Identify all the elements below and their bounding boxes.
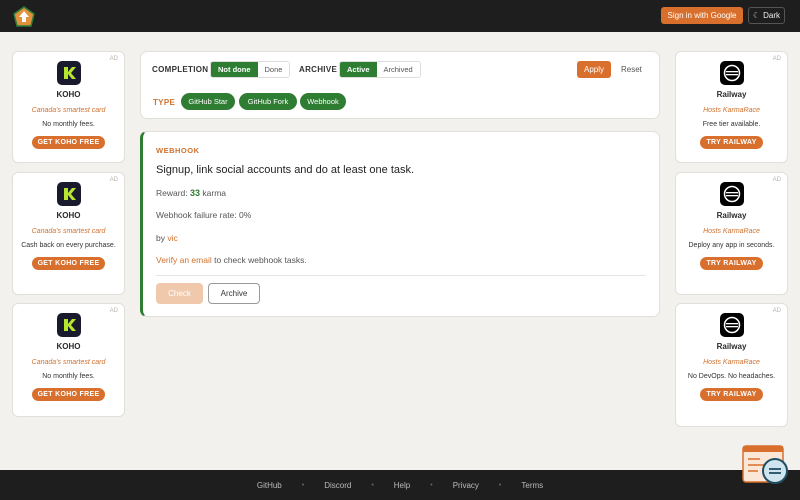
ad-description: Cash back on every purchase. (21, 242, 116, 249)
app-logo-icon[interactable] (13, 6, 35, 28)
type-chip-github-star[interactable]: GitHub Star (181, 93, 235, 110)
task-kind: WEBHOOK (156, 146, 200, 155)
ad-card-koho-1[interactable]: AD KOHO Canada's smartest card No monthl… (12, 51, 125, 163)
footer-link-help[interactable]: Help (394, 481, 410, 490)
footer-link-terms[interactable]: Terms (521, 481, 543, 490)
ad-tag: AD (772, 177, 781, 183)
ad-tagline: Canada's smartest card (31, 107, 106, 114)
ad-tag: AD (109, 308, 118, 314)
ad-cta-button[interactable]: GET KOHO FREE (31, 136, 106, 149)
task-title: Signup, link social accounts and do at l… (156, 164, 415, 176)
koho-logo-icon (56, 313, 81, 337)
archive-label: ARCHIVE (299, 65, 338, 74)
ad-name: KOHO (56, 342, 81, 351)
apply-button[interactable]: Apply (577, 61, 611, 78)
sign-in-google-button[interactable]: Sign in with Google (661, 7, 743, 24)
task-failure-rate: Webhook failure rate: 0% (156, 210, 252, 220)
check-button[interactable]: Check (156, 283, 203, 304)
task-verify-notice: Verify an email to check webhook tasks. (156, 255, 307, 265)
ad-description: Free tier available. (702, 121, 761, 128)
archive-archived-option[interactable]: Archived (376, 62, 420, 77)
ad-name: Railway (716, 211, 747, 220)
ad-name: KOHO (56, 211, 81, 220)
author-prefix: by (156, 233, 165, 243)
ad-tag: AD (109, 56, 118, 62)
top-bar: Sign in with Google ☾ Dark (0, 0, 800, 32)
ad-tagline: Hosts KarmaRace (703, 359, 760, 366)
completion-segmented: Not done Done (210, 61, 291, 78)
ad-tagline: Canada's smartest card (31, 228, 106, 235)
task-reward: Reward: 33 karma (156, 188, 226, 198)
ad-description: No DevOps. No headaches. (687, 373, 776, 380)
footer-link-privacy[interactable]: Privacy (453, 481, 479, 490)
ad-tagline: Hosts KarmaRace (703, 107, 760, 114)
ad-cta-button[interactable]: GET KOHO FREE (31, 388, 106, 401)
completion-done-option[interactable]: Done (257, 62, 290, 77)
footer: GitHub • Discord • Help • Privacy • Term… (0, 470, 800, 500)
type-chip-webhook[interactable]: Webhook (300, 93, 346, 110)
footer-link-discord[interactable]: Discord (324, 481, 351, 490)
ad-cta-button[interactable]: TRY RAILWAY (700, 257, 763, 270)
ad-tag: AD (772, 308, 781, 314)
dark-mode-toggle[interactable]: ☾ Dark (748, 7, 785, 24)
railway-logo-icon (719, 182, 744, 206)
ad-cta-button[interactable]: GET KOHO FREE (31, 257, 106, 270)
archive-button[interactable]: Archive (208, 283, 260, 304)
ad-name: KOHO (56, 90, 81, 99)
ad-card-railway-1[interactable]: AD Railway Hosts KarmaRace Free tier ava… (675, 51, 788, 163)
footer-separator: • (301, 481, 305, 489)
ad-card-railway-3[interactable]: AD Railway Hosts KarmaRace No DevOps. No… (675, 303, 788, 427)
feedback-widget-icon[interactable] (742, 444, 790, 486)
koho-logo-icon (56, 61, 81, 85)
task-card: WEBHOOK Signup, link social accounts and… (140, 131, 660, 317)
footer-separator: • (430, 481, 433, 489)
archive-active-option[interactable]: Active (340, 62, 377, 77)
footer-link-github[interactable]: GitHub (257, 481, 282, 490)
dark-mode-label: Dark (763, 11, 781, 20)
reward-value: 33 (190, 188, 201, 198)
ad-card-koho-3[interactable]: AD KOHO Canada's smartest card No monthl… (12, 303, 125, 417)
ad-card-koho-2[interactable]: AD KOHO Canada's smartest card Cash back… (12, 172, 125, 295)
ad-tagline: Canada's smartest card (31, 359, 106, 366)
ad-name: Railway (716, 342, 747, 351)
ad-tagline: Hosts KarmaRace (703, 228, 760, 235)
task-author: by vic (156, 233, 178, 243)
ad-description: Deploy any app in seconds. (688, 242, 775, 249)
ad-cta-button[interactable]: TRY RAILWAY (700, 136, 763, 149)
railway-logo-icon (719, 61, 744, 85)
ad-description: No monthly fees. (42, 121, 95, 128)
ad-description: No monthly fees. (42, 373, 95, 380)
verify-suffix: to check webhook tasks. (214, 255, 307, 265)
moon-icon: ☾ (752, 11, 761, 20)
type-chip-github-fork[interactable]: GitHub Fork (239, 93, 297, 110)
ad-tag: AD (772, 56, 781, 62)
ad-cta-button[interactable]: TRY RAILWAY (700, 388, 763, 401)
completion-not-done-option[interactable]: Not done (211, 62, 258, 77)
completion-label: COMPLETION (152, 65, 209, 74)
footer-separator: • (371, 481, 374, 489)
divider (156, 275, 646, 276)
ad-name: Railway (716, 90, 747, 99)
ad-card-railway-2[interactable]: AD Railway Hosts KarmaRace Deploy any ap… (675, 172, 788, 295)
archive-segmented: Active Archived (339, 61, 421, 78)
koho-logo-icon (56, 182, 81, 206)
reward-unit: karma (202, 188, 227, 198)
ad-tag: AD (109, 177, 118, 183)
type-label: TYPE (153, 98, 176, 107)
filter-panel: COMPLETION Not done Done ARCHIVE Active … (140, 51, 660, 119)
verify-email-link[interactable]: Verify an email (156, 255, 212, 265)
reward-prefix: Reward: (156, 188, 188, 198)
footer-separator: • (498, 481, 502, 489)
reset-button[interactable]: Reset (621, 65, 642, 74)
railway-logo-icon (719, 313, 744, 337)
author-link[interactable]: vic (167, 233, 177, 243)
